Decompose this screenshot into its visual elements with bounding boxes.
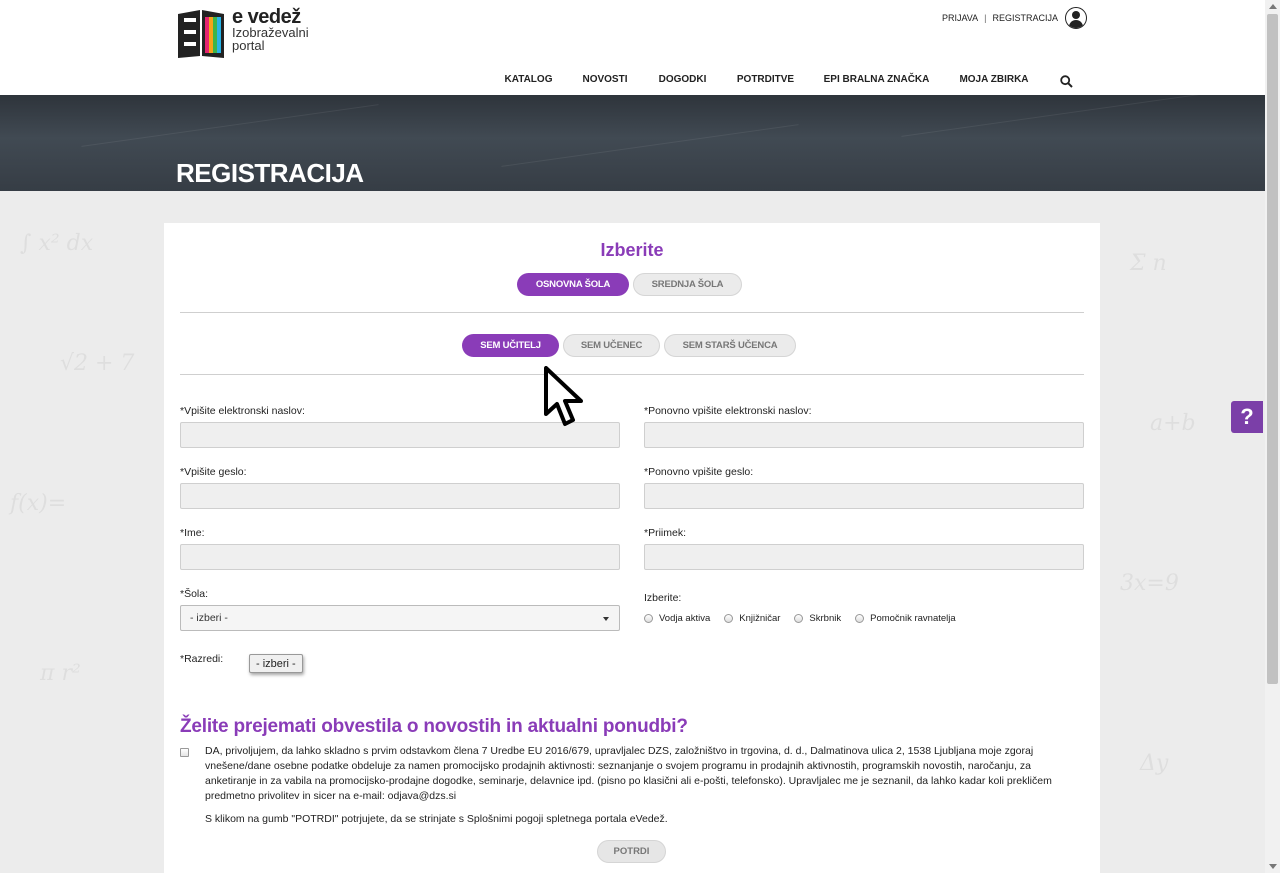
background-doodle: √2 + 7: [60, 351, 135, 376]
radio-knjiznicar[interactable]: Knjižničar: [724, 613, 780, 624]
mouse-cursor-icon: [544, 366, 583, 426]
function-radio-group: Vodja aktiva Knjižničar Skrbnik Pomočnik…: [644, 613, 970, 624]
password-repeat-field[interactable]: [644, 483, 1084, 509]
radio-button[interactable]: [794, 614, 804, 623]
tab-srednja-sola[interactable]: SREDNJA ŠOLA: [633, 273, 742, 296]
chalk-scratch: [81, 104, 379, 147]
nav-item-label: POTRDITVE: [736, 74, 795, 85]
background-doodle: Σ n: [1130, 251, 1167, 276]
page-scrollbar[interactable]: [1265, 0, 1280, 873]
tab-sem-ucenec[interactable]: SEM UČENEC: [563, 334, 660, 357]
radio-vodja-aktiva[interactable]: Vodja aktiva: [644, 613, 710, 624]
submit-button[interactable]: POTRDI: [597, 840, 666, 863]
background-doodle: a+b: [1150, 411, 1196, 436]
school-select[interactable]: - izberi -: [180, 605, 620, 631]
scroll-thumb[interactable]: [1267, 14, 1278, 684]
scroll-down-icon[interactable]: [1269, 864, 1277, 869]
email-label: *Vpišite elektronski naslov:: [180, 405, 305, 417]
email-repeat-label: *Ponovno vpišite elektronski naslov:: [644, 405, 812, 417]
radio-button[interactable]: [724, 614, 734, 623]
divider: [180, 312, 1084, 313]
email-repeat-field[interactable]: [644, 422, 1084, 448]
page-title: REGISTRACIJA: [176, 158, 364, 188]
help-button[interactable]: ?: [1231, 401, 1263, 433]
radio-button[interactable]: [644, 614, 653, 623]
scroll-up-icon[interactable]: [1269, 4, 1277, 9]
terms-text: S klikom na gumb "POTRDI" potrjujete, da…: [205, 813, 668, 825]
radio-label: Knjižničar: [739, 613, 781, 624]
background-doodle: f(x)=: [10, 491, 67, 516]
nav-item-label: MOJA ZBIRKA: [959, 74, 1029, 85]
radio-skrbnik[interactable]: Skrbnik: [794, 613, 841, 624]
chalk-scratch: [901, 95, 1199, 137]
choose-title: Izberite: [600, 240, 664, 260]
search-icon: [1059, 75, 1073, 88]
radio-pomocnik-ravnatelja[interactable]: Pomočnik ravnatelja: [855, 613, 956, 624]
consent-text: DA, privoljujem, da lahko skladno s prvi…: [205, 745, 1052, 802]
function-label: Izberite:: [644, 592, 682, 604]
brand-subtitle: Izobraževalni portal: [232, 25, 309, 53]
classes-select-button[interactable]: - izberi -: [249, 654, 303, 673]
hero-banner: REGISTRACIJA: [0, 95, 1265, 191]
nav-item-label: DOGODKI: [658, 74, 707, 85]
divider: [180, 374, 1084, 375]
logo-book-icon: [178, 10, 224, 58]
login-link[interactable]: PRIJAVA: [942, 13, 978, 23]
chalk-scratch: [501, 124, 799, 167]
school-select-value: - izberi -: [190, 612, 228, 624]
tab-sem-stars-ucenca[interactable]: SEM STARŠ UČENCA: [664, 334, 796, 357]
name-label: *Ime:: [180, 527, 205, 539]
background-doodle: 3x=9: [1120, 571, 1179, 596]
background-doodle: ∫ x² dx: [20, 231, 94, 256]
password-label: *Vpišite geslo:: [180, 466, 247, 478]
consent-checkbox[interactable]: [180, 748, 189, 757]
password-field[interactable]: [180, 483, 620, 509]
radio-label: Pomočnik ravnatelja: [870, 613, 956, 624]
tab-osnovna-sola[interactable]: OSNOVNA ŠOLA: [517, 273, 629, 296]
radio-button[interactable]: [855, 614, 865, 623]
radio-label: Skrbnik: [809, 613, 842, 624]
site-logo[interactable]: e vedež Izobraževalni portal: [176, 6, 316, 60]
background-doodle: π r²: [40, 661, 81, 686]
name-field[interactable]: [180, 544, 620, 570]
password-repeat-label: *Ponovno vpišite geslo:: [644, 466, 754, 478]
nav-item-label: NOVOSTI: [582, 74, 628, 85]
surname-field[interactable]: [644, 544, 1084, 570]
site-header: e vedež Izobraževalni portal PRIJAVA | R…: [0, 0, 1265, 103]
user-avatar-icon[interactable]: [1065, 7, 1087, 29]
surname-label: *Priimek:: [644, 527, 687, 539]
classes-label: *Razredi:: [180, 653, 224, 665]
link-separator: |: [984, 13, 987, 23]
nav-item-label: KATALOG: [504, 74, 553, 85]
chevron-down-icon: [603, 617, 609, 621]
register-link[interactable]: REGISTRACIJA: [992, 13, 1058, 23]
background-doodle: Δy: [1140, 751, 1169, 776]
radio-label: Vodja aktiva: [659, 613, 711, 624]
school-label: *Šola:: [180, 588, 209, 600]
nav-item-label: EPI BRALNA ZNAČKA: [823, 74, 930, 85]
newsletter-title: Želite prejemati obvestila o novostih in…: [180, 716, 688, 737]
registration-form: Izberite OSNOVNA ŠOLA SREDNJA ŠOLA SEM U…: [164, 223, 1100, 873]
tab-sem-ucitelj[interactable]: SEM UČITELJ: [462, 334, 559, 357]
account-links: PRIJAVA | REGISTRACIJA: [942, 7, 1087, 29]
